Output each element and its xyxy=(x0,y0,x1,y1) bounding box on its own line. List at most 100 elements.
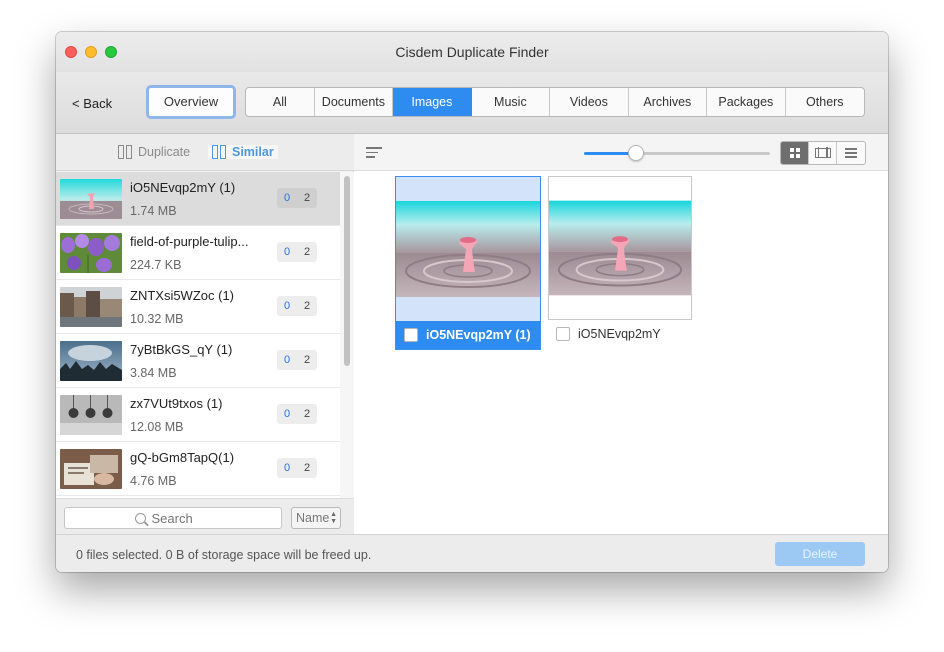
card-footer: iO5NEvqp2mY (1) xyxy=(396,321,540,349)
item-size: 224.7 KB xyxy=(130,258,182,272)
image-card[interactable]: iO5NEvqp2mY (1) xyxy=(395,176,541,350)
search-input[interactable] xyxy=(151,510,212,526)
updown-arrows-icon: ▲ ▼ xyxy=(330,511,337,525)
list-view-icon xyxy=(845,146,857,160)
item-name: field-of-purple-tulip... xyxy=(130,234,249,249)
list-item[interactable]: field-of-purple-tulip... 224.7 KB 0 2 xyxy=(56,226,340,280)
filmstrip-view-icon xyxy=(814,147,831,158)
count-badge: 0 2 xyxy=(277,404,317,424)
duplicate-mode-label: Duplicate xyxy=(138,145,191,159)
item-size: 12.08 MB xyxy=(130,420,184,434)
search-box[interactable] xyxy=(64,507,282,529)
total-count: 2 xyxy=(303,300,311,312)
total-count: 2 xyxy=(303,192,311,204)
checked-count: 0 xyxy=(283,462,291,474)
filmstrip-view-button[interactable] xyxy=(809,142,837,164)
list-item[interactable]: zx7VUt9txos (1) 12.08 MB 0 2 xyxy=(56,388,340,442)
list-item[interactable]: ZNTXsi5WZoc (1) 10.32 MB 0 2 xyxy=(56,280,340,334)
list-view-button[interactable] xyxy=(837,142,865,164)
list-item[interactable]: gQ-bGm8TapQ(1) 4.76 MB 0 2 xyxy=(56,442,340,496)
total-count: 2 xyxy=(303,462,311,474)
checked-count: 0 xyxy=(283,246,291,258)
sort-label: Name xyxy=(296,511,330,525)
item-size: 1.74 MB xyxy=(130,204,177,218)
status-bar: 0 files selected. 0 B of storage space w… xyxy=(56,534,888,572)
total-count: 2 xyxy=(303,246,311,258)
total-count: 2 xyxy=(303,408,311,420)
item-name: gQ-bGm8TapQ(1) xyxy=(130,450,235,465)
delete-button[interactable]: Delete xyxy=(775,542,865,566)
title-bar: Cisdem Duplicate Finder xyxy=(56,32,888,72)
sort-dropdown[interactable]: Name ▲ ▼ xyxy=(291,507,341,529)
count-badge: 0 2 xyxy=(277,296,317,316)
list-scrollbar[interactable] xyxy=(340,172,354,498)
thumbnail-size-slider[interactable] xyxy=(584,145,770,161)
tab-others[interactable]: Others xyxy=(786,88,864,116)
grid-view-button[interactable] xyxy=(781,142,809,164)
item-name: iO5NEvqp2mY (1) xyxy=(130,180,236,195)
tab-videos[interactable]: Videos xyxy=(550,88,629,116)
checked-count: 0 xyxy=(283,192,291,204)
select-checkbox[interactable] xyxy=(556,327,570,341)
card-label: iO5NEvqp2mY xyxy=(578,327,661,341)
window-title: Cisdem Duplicate Finder xyxy=(395,44,549,60)
sidebar-footer: Name ▲▼ xyxy=(56,498,354,534)
back-button[interactable]: < Back xyxy=(72,96,112,111)
select-checkbox[interactable] xyxy=(404,328,418,342)
preview-toolbar xyxy=(354,134,888,171)
pink-drop-image xyxy=(548,176,692,320)
category-tabs: All Documents Images Music Videos Archiv… xyxy=(245,87,865,117)
tab-all[interactable]: All xyxy=(246,88,315,116)
item-size: 4.76 MB xyxy=(130,474,177,488)
item-name: ZNTXsi5WZoc (1) xyxy=(130,288,234,303)
desk-work-thumbnail xyxy=(60,449,122,489)
overview-button[interactable]: Overview xyxy=(146,85,236,119)
canal-houses-thumbnail xyxy=(60,287,122,327)
image-card[interactable]: iO5NEvqp2mY xyxy=(548,176,694,350)
list-item[interactable]: iO5NEvqp2mY (1) 1.74 MB 0 2 xyxy=(56,172,340,226)
slider-knob[interactable] xyxy=(628,145,645,161)
count-badge: 0 2 xyxy=(277,242,317,262)
pink-drop-image xyxy=(396,177,540,321)
gray-lamps-thumbnail xyxy=(60,395,122,435)
count-badge: 0 2 xyxy=(277,458,317,478)
tab-images[interactable]: Images xyxy=(393,88,472,116)
sidebar: Duplicate Similar iO5NEvqp2mY (1) 1.74 M… xyxy=(56,134,354,534)
list-item[interactable]: 7yBtBkGS_qY (1) 3.84 MB 0 2 xyxy=(56,334,340,388)
similar-mode-label: Similar xyxy=(232,145,274,159)
card-footer: iO5NEvqp2mY xyxy=(548,320,692,348)
tab-documents[interactable]: Documents xyxy=(315,88,394,116)
count-badge: 0 2 xyxy=(277,350,317,370)
grid-view-icon xyxy=(789,148,800,158)
item-size: 10.32 MB xyxy=(130,312,184,326)
duplicate-mode-button[interactable]: Duplicate xyxy=(118,145,190,159)
tab-archives[interactable]: Archives xyxy=(629,88,708,116)
duplicate-icon xyxy=(118,145,134,159)
similar-mode-button[interactable]: Similar xyxy=(208,145,278,159)
mode-switch: Duplicate Similar xyxy=(56,134,354,171)
tab-music[interactable]: Music xyxy=(472,88,551,116)
card-label: iO5NEvqp2mY (1) xyxy=(426,328,531,342)
pink-drop-thumbnail xyxy=(60,179,122,219)
checked-count: 0 xyxy=(283,408,291,420)
total-count: 2 xyxy=(303,354,311,366)
tab-packages[interactable]: Packages xyxy=(707,88,786,116)
image-grid: iO5NEvqp2mY (1) iO5NEvqp2mY xyxy=(354,172,888,534)
status-text: 0 files selected. 0 B of storage space w… xyxy=(76,548,372,562)
cloudy-forest-thumbnail xyxy=(60,341,122,381)
group-list: iO5NEvqp2mY (1) 1.74 MB 0 2 field-of-pur… xyxy=(56,172,340,498)
item-name: 7yBtBkGS_qY (1) xyxy=(130,342,233,357)
scrollbar-thumb[interactable] xyxy=(344,176,350,366)
sort-lines-icon[interactable] xyxy=(366,147,382,159)
checked-count: 0 xyxy=(283,354,291,366)
checked-count: 0 xyxy=(283,300,291,312)
search-icon xyxy=(134,512,146,524)
item-size: 3.84 MB xyxy=(130,366,177,380)
view-mode-switch xyxy=(780,141,866,165)
purple-tulips-thumbnail xyxy=(60,233,122,273)
item-name: zx7VUt9txos (1) xyxy=(130,396,223,411)
similar-icon xyxy=(212,145,228,159)
app-window: Cisdem Duplicate Finder < Back Overview … xyxy=(56,32,888,572)
toolbar: < Back Overview All Documents Images Mus… xyxy=(56,72,888,134)
preview-panel: iO5NEvqp2mY (1) iO5NEvqp2mY xyxy=(354,134,888,534)
